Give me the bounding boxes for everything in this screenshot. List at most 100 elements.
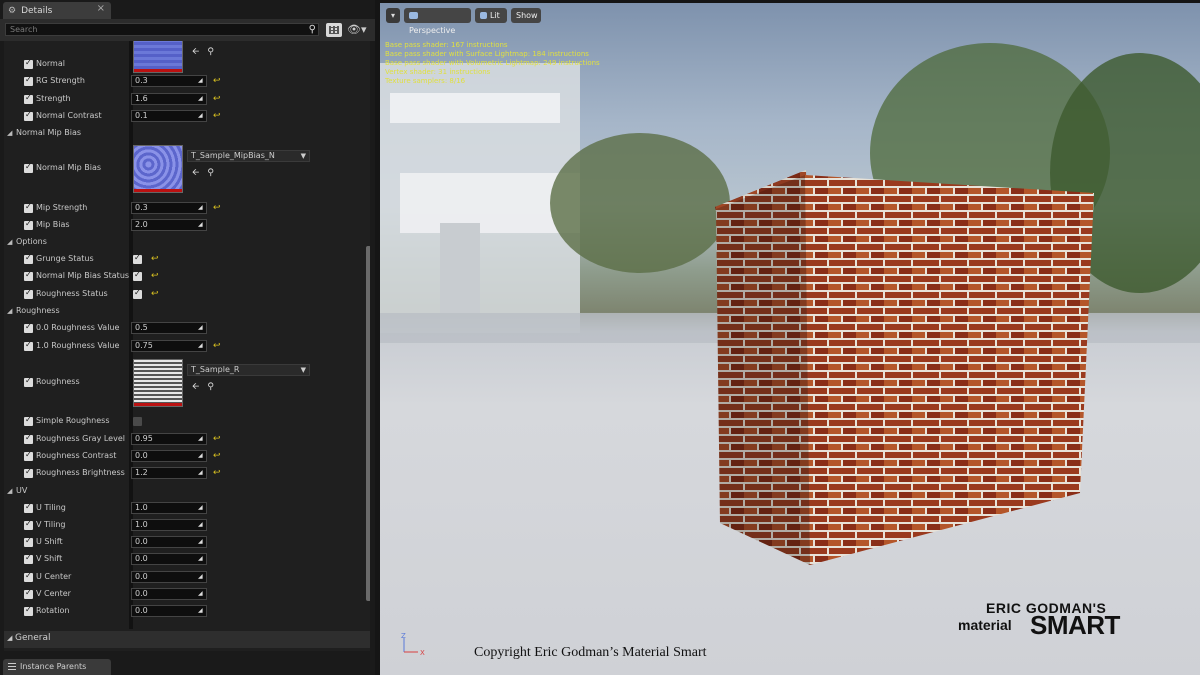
drag-handle-icon[interactable]: ◢ bbox=[198, 222, 204, 228]
use-selected-icon[interactable]: 🡨 bbox=[192, 382, 199, 392]
override-checkbox[interactable] bbox=[24, 571, 33, 582]
override-checkbox[interactable] bbox=[24, 253, 33, 264]
search-icon[interactable]: ⚲ bbox=[309, 24, 316, 35]
override-checkbox[interactable] bbox=[24, 110, 33, 121]
override-checkbox[interactable] bbox=[24, 270, 33, 281]
drag-handle-icon[interactable]: ◢ bbox=[198, 591, 204, 597]
drag-handle-icon[interactable]: ◢ bbox=[198, 325, 204, 331]
reset-to-default-icon[interactable]: ↩ bbox=[151, 254, 159, 264]
drag-handle-icon[interactable]: ◢ bbox=[198, 522, 204, 528]
drag-handle-icon[interactable]: ◢ bbox=[198, 574, 204, 580]
category-general[interactable]: ◢ General bbox=[4, 631, 370, 648]
value-field[interactable]: 1.0 ◢ bbox=[131, 519, 207, 531]
show-button[interactable]: Show bbox=[511, 8, 541, 23]
category-normal-mip-bias[interactable]: ◢ Normal Mip Bias bbox=[4, 126, 370, 142]
reset-to-default-icon[interactable]: ↩ bbox=[151, 271, 159, 281]
drag-handle-icon[interactable]: ◢ bbox=[198, 436, 204, 442]
value-field[interactable]: 0.5 ◢ bbox=[131, 322, 207, 334]
value-checkbox[interactable] bbox=[133, 253, 142, 264]
override-checkbox[interactable] bbox=[24, 75, 33, 86]
value-checkbox[interactable] bbox=[133, 417, 142, 426]
instance-parents-tab[interactable]: Instance Parents bbox=[3, 659, 111, 675]
value-field[interactable]: 0.0 ◢ bbox=[131, 536, 207, 548]
override-checkbox[interactable] bbox=[24, 553, 33, 564]
override-checkbox[interactable] bbox=[24, 433, 33, 444]
texture-picker[interactable]: T_Sample_R ▼ bbox=[187, 364, 310, 376]
drag-handle-icon[interactable]: ◢ bbox=[198, 505, 204, 511]
texture-picker[interactable]: T_Sample_MipBias_N ▼ bbox=[187, 150, 310, 162]
browse-icon[interactable]: ⚲ bbox=[207, 168, 214, 178]
drag-handle-icon[interactable]: ◢ bbox=[198, 96, 204, 102]
override-checkbox[interactable] bbox=[24, 415, 33, 426]
drag-handle-icon[interactable]: ◢ bbox=[198, 205, 204, 211]
use-selected-icon[interactable]: 🡨 bbox=[192, 47, 199, 57]
material-preview-viewport[interactable]: ▾ Perspective Lit Show Base pass shader:… bbox=[380, 3, 1200, 675]
value-field[interactable]: 0.1 ◢ bbox=[131, 110, 207, 122]
value-field[interactable]: 1.6 ◢ bbox=[131, 93, 207, 105]
drag-handle-icon[interactable]: ◢ bbox=[198, 470, 204, 476]
texture-thumbnail[interactable] bbox=[133, 145, 183, 193]
value-field[interactable]: 0.0 ◢ bbox=[131, 553, 207, 565]
override-checkbox[interactable] bbox=[24, 340, 33, 351]
override-checkbox[interactable] bbox=[24, 502, 33, 513]
value-field[interactable]: 2.0 ◢ bbox=[131, 219, 207, 231]
value-checkbox[interactable] bbox=[133, 270, 142, 281]
override-checkbox[interactable] bbox=[24, 219, 33, 230]
perspective-button[interactable]: Perspective bbox=[404, 8, 471, 35]
override-checkbox[interactable] bbox=[24, 536, 33, 547]
use-selected-icon[interactable]: 🡨 bbox=[192, 168, 199, 178]
reset-to-default-icon[interactable]: ↩ bbox=[213, 434, 221, 444]
override-checkbox[interactable] bbox=[24, 588, 33, 599]
override-checkbox[interactable] bbox=[24, 519, 33, 530]
property-matrix-button[interactable] bbox=[326, 23, 342, 37]
override-checkbox[interactable] bbox=[24, 58, 33, 69]
value-field[interactable]: 1.2 ◢ bbox=[131, 467, 207, 479]
override-checkbox[interactable] bbox=[24, 202, 33, 213]
value-checkbox[interactable] bbox=[133, 288, 142, 299]
drag-handle-icon[interactable]: ◢ bbox=[198, 539, 204, 545]
override-checkbox[interactable] bbox=[24, 162, 33, 173]
override-checkbox[interactable] bbox=[24, 450, 33, 461]
drag-handle-icon[interactable]: ◢ bbox=[198, 113, 204, 119]
texture-thumbnail[interactable] bbox=[133, 41, 183, 73]
override-checkbox[interactable] bbox=[24, 605, 33, 616]
reset-to-default-icon[interactable]: ↩ bbox=[151, 289, 159, 299]
scrollbar[interactable] bbox=[366, 246, 370, 601]
drag-handle-icon[interactable]: ◢ bbox=[198, 453, 204, 459]
drag-handle-icon[interactable]: ◢ bbox=[198, 343, 204, 349]
override-checkbox[interactable] bbox=[24, 322, 33, 333]
drag-handle-icon[interactable]: ◢ bbox=[198, 608, 204, 614]
override-checkbox[interactable] bbox=[24, 288, 33, 299]
search-input[interactable] bbox=[6, 24, 302, 35]
reset-to-default-icon[interactable]: ↩ bbox=[213, 468, 221, 478]
value-field[interactable]: 1.0 ◢ bbox=[131, 502, 207, 514]
category-roughness[interactable]: ◢ Roughness bbox=[4, 304, 370, 320]
category-uv[interactable]: ◢ UV bbox=[4, 484, 370, 500]
value-field[interactable]: 0.3 ◢ bbox=[131, 75, 207, 87]
value-field[interactable]: 0.0 ◢ bbox=[131, 571, 207, 583]
value-field[interactable]: 0.0 ◢ bbox=[131, 605, 207, 617]
value-field[interactable]: 0.75 ◢ bbox=[131, 340, 207, 352]
browse-icon[interactable]: ⚲ bbox=[207, 47, 214, 57]
browse-icon[interactable]: ⚲ bbox=[207, 382, 214, 392]
drag-handle-icon[interactable]: ◢ bbox=[198, 78, 204, 84]
details-tab[interactable]: ⚙ Details × bbox=[3, 2, 111, 19]
reset-to-default-icon[interactable]: ↩ bbox=[213, 451, 221, 461]
value-field[interactable]: 0.3 ◢ bbox=[131, 202, 207, 214]
override-checkbox[interactable] bbox=[24, 467, 33, 478]
reset-to-default-icon[interactable]: ↩ bbox=[213, 341, 221, 351]
lit-button[interactable]: Lit bbox=[475, 8, 507, 23]
reset-to-default-icon[interactable]: ↩ bbox=[213, 94, 221, 104]
close-icon[interactable]: × bbox=[97, 3, 105, 14]
texture-thumbnail[interactable] bbox=[133, 359, 183, 407]
category-options[interactable]: ◢ Options bbox=[4, 235, 370, 251]
reset-to-default-icon[interactable]: ↩ bbox=[213, 111, 221, 121]
drag-handle-icon[interactable]: ◢ bbox=[198, 556, 204, 562]
viewport-menu-button[interactable]: ▾ bbox=[386, 8, 400, 23]
view-options-icon[interactable]: 👁︎▾ bbox=[347, 23, 371, 37]
reset-to-default-icon[interactable]: ↩ bbox=[213, 203, 221, 213]
reset-to-default-icon[interactable]: ↩ bbox=[213, 76, 221, 86]
override-checkbox[interactable] bbox=[24, 376, 33, 387]
override-checkbox[interactable] bbox=[24, 93, 33, 104]
value-field[interactable]: 0.0 ◢ bbox=[131, 450, 207, 462]
